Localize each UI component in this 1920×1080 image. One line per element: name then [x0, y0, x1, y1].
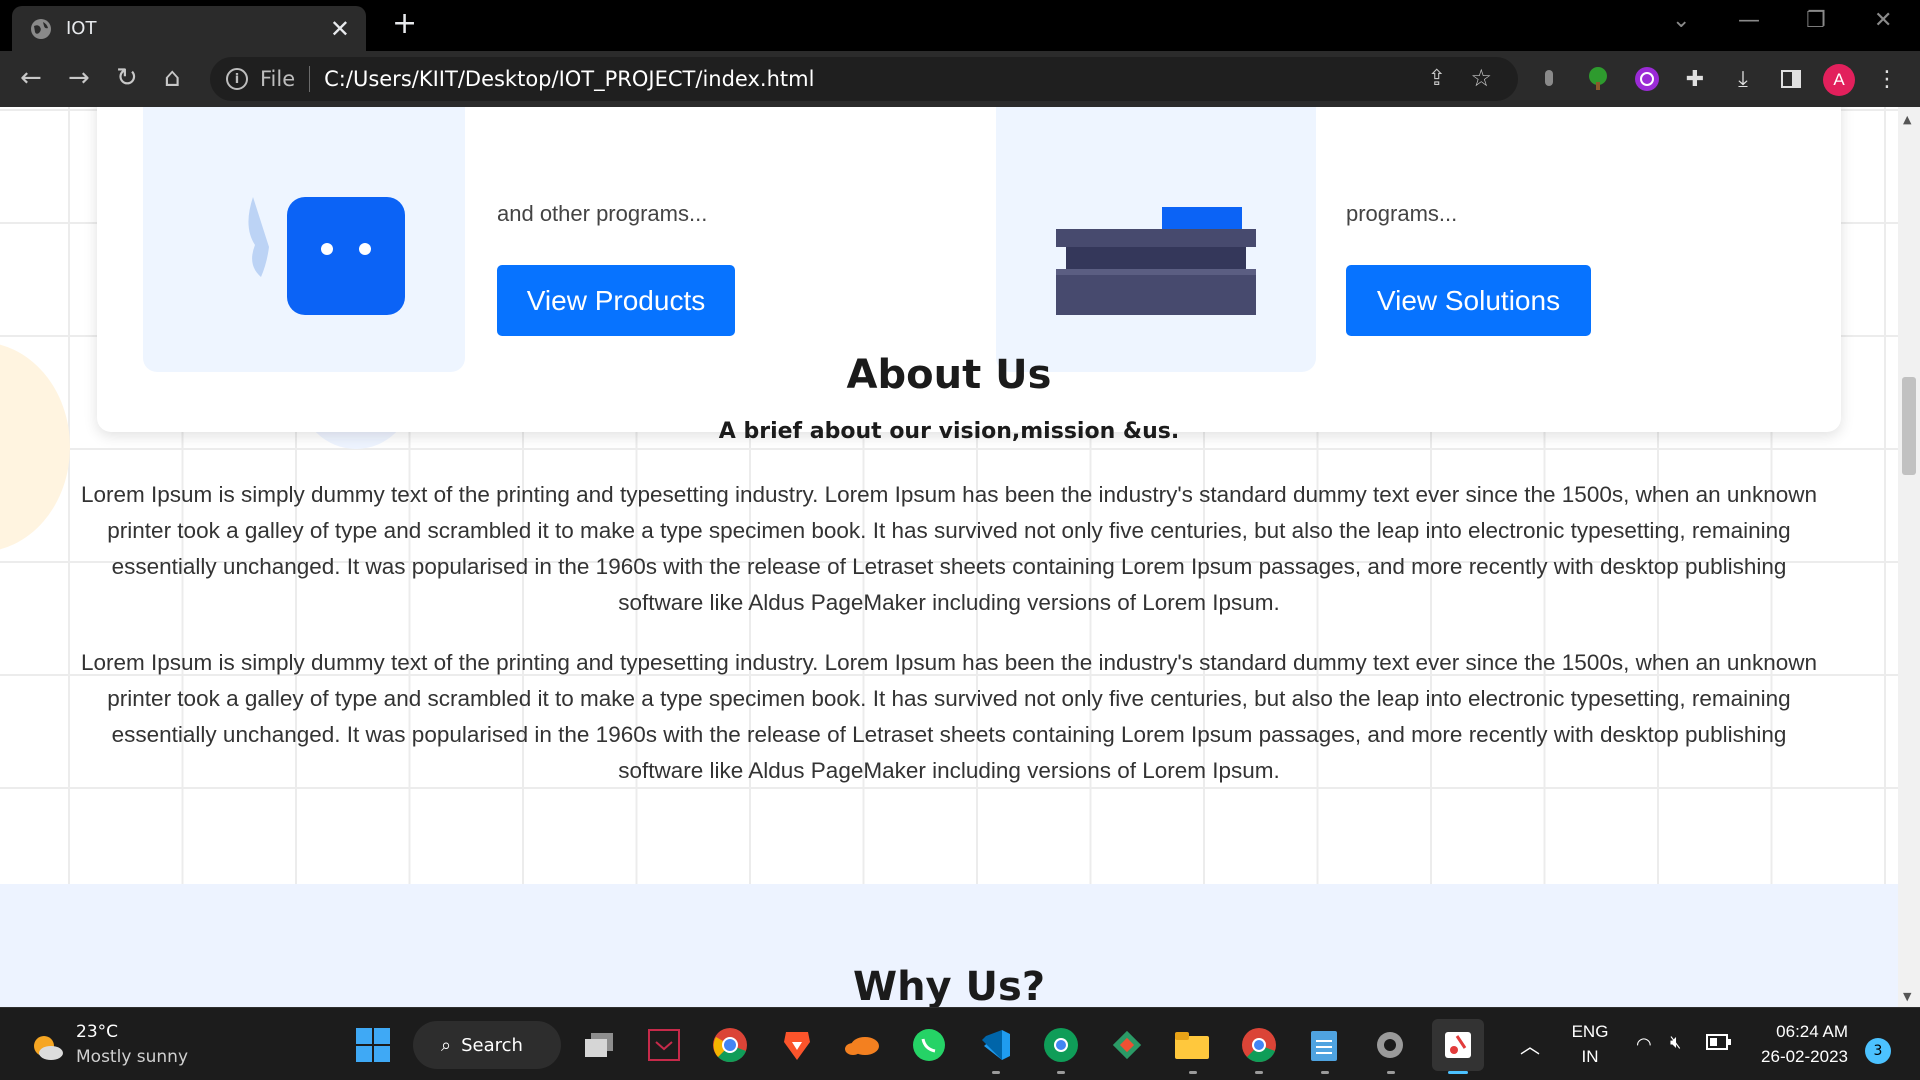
omnibox-divider [309, 66, 311, 92]
solutions-illustration [996, 107, 1316, 372]
browser-toolbar: ← → ↻ ⌂ i File C:/Users/KIIT/Desktop/IOT… [0, 51, 1920, 107]
chrome-running-indicator [1057, 1071, 1065, 1074]
why-section: Why Us? [0, 884, 1898, 1007]
battery-icon[interactable] [1706, 1034, 1732, 1055]
notepad-running-indicator [1321, 1071, 1329, 1074]
info-icon[interactable]: i [226, 68, 248, 90]
side-panel-icon[interactable] [1777, 65, 1805, 93]
settings-running-indicator [1387, 1071, 1395, 1074]
chrome-profile-icon[interactable] [1042, 1026, 1080, 1064]
tab-search-icon[interactable]: ⌄ [1672, 8, 1690, 33]
products-program-text: and other programs... [497, 201, 708, 226]
browser-tab-strip: IOT ✕ + ⌄ — ❐ ✕ [0, 0, 1920, 51]
view-solutions-button[interactable]: View Solutions [1346, 265, 1591, 336]
bookmark-star-icon[interactable]: ☆ [1470, 64, 1492, 92]
about-paragraph-2: Lorem Ipsum is simply dummy text of the … [80, 650, 1817, 783]
weather-description[interactable]: Mostly sunny [76, 1047, 188, 1067]
new-tab-button[interactable]: + [392, 9, 417, 39]
whatsapp-icon[interactable] [910, 1026, 948, 1064]
chrome-alt-running-indicator [1255, 1071, 1263, 1074]
settings-gear-icon[interactable] [1371, 1026, 1409, 1064]
git-icon[interactable] [1108, 1026, 1146, 1064]
vscode-running-indicator [992, 1071, 1000, 1074]
address-bar[interactable]: i File C:/Users/KIIT/Desktop/IOT_PROJECT… [210, 57, 1518, 101]
why-title: Why Us? [852, 964, 1046, 1007]
show-hidden-icons-chevron-icon[interactable]: ︿ [1520, 1030, 1540, 1059]
scroll-up-arrow-icon[interactable]: ▲ [1903, 113, 1911, 126]
region-label[interactable]: IN [1570, 1047, 1610, 1067]
start-windows-icon[interactable] [354, 1026, 392, 1064]
share-icon[interactable]: ⇪ [1428, 66, 1446, 91]
solutions-program-text: programs... [1346, 201, 1458, 226]
minimize-icon[interactable]: — [1738, 8, 1760, 33]
home-icon[interactable]: ⌂ [164, 63, 181, 93]
window-close-icon[interactable]: ✕ [1874, 8, 1892, 33]
extension-tree-icon[interactable] [1584, 65, 1612, 93]
server-stack-illustration [1056, 207, 1256, 315]
scrollbar-thumb[interactable] [1902, 377, 1916, 475]
close-tab-icon[interactable]: ✕ [330, 17, 350, 41]
explorer-running-indicator [1189, 1071, 1197, 1074]
clock-time[interactable]: 06:24 AM [1752, 1022, 1848, 1042]
vscode-icon[interactable] [976, 1026, 1014, 1064]
about-title: About Us [846, 352, 1052, 398]
language-label[interactable]: ENG [1570, 1022, 1610, 1042]
file-explorer-icon[interactable] [1173, 1026, 1211, 1064]
forward-icon[interactable]: → [68, 63, 90, 93]
extension-bulb-icon[interactable] [1535, 65, 1563, 93]
profile-avatar[interactable]: A [1823, 64, 1855, 96]
restore-icon[interactable]: ❐ [1806, 8, 1826, 33]
page-scrollbar[interactable]: ▲ ▼ [1898, 107, 1920, 1007]
snipping-active-indicator [1448, 1071, 1468, 1074]
search-label: Search [461, 1034, 523, 1056]
chrome-alt-icon[interactable] [1240, 1026, 1278, 1064]
url-text[interactable]: C:/Users/KIIT/Desktop/IOT_PROJECT/index.… [324, 67, 814, 91]
about-subtitle: A brief about our vision,mission &us. [718, 419, 1180, 444]
browser-tab[interactable]: IOT ✕ [12, 6, 366, 51]
windows-taskbar: 23°C Mostly sunny ⌕ Search ︿ ENG IN ◠ 🔇︎… [0, 1007, 1920, 1080]
back-icon[interactable]: ← [20, 63, 42, 93]
chrome-icon[interactable] [711, 1026, 749, 1064]
reload-icon[interactable]: ↻ [116, 63, 138, 93]
menu-kebab-icon[interactable]: ⋮ [1873, 65, 1901, 93]
extension-purple-icon[interactable] [1633, 65, 1661, 93]
wifi-icon[interactable]: ◠ [1636, 1034, 1652, 1055]
about-paragraph-1: Lorem Ipsum is simply dummy text of the … [80, 482, 1817, 615]
weather-sun-icon[interactable] [30, 1032, 64, 1062]
globe-icon [31, 18, 51, 39]
scroll-down-arrow-icon[interactable]: ▼ [1903, 990, 1911, 1003]
task-view-icon[interactable] [580, 1026, 618, 1064]
taskbar-search-box[interactable]: ⌕ Search [413, 1021, 561, 1069]
weather-temperature[interactable]: 23°C [76, 1022, 118, 1042]
robot-illustration [248, 197, 405, 315]
snipping-tool-icon[interactable] [1432, 1019, 1484, 1071]
app-inbox-icon[interactable] [645, 1026, 683, 1064]
volume-muted-icon[interactable]: 🔇︎ [1670, 1032, 1681, 1053]
cloudflare-icon[interactable] [843, 1026, 881, 1064]
scheme-label: File [260, 67, 296, 91]
products-illustration [143, 107, 465, 372]
search-icon: ⌕ [441, 1034, 452, 1056]
view-products-button[interactable]: View Products [497, 265, 735, 336]
notepad-icon[interactable] [1305, 1026, 1343, 1064]
download-icon[interactable]: ⤓ [1729, 65, 1757, 93]
page-viewport: and other programs... View Products prog… [0, 107, 1898, 1007]
notification-badge[interactable]: 3 [1865, 1038, 1891, 1064]
extensions-puzzle-icon[interactable]: ✚ [1681, 65, 1709, 93]
clock-date[interactable]: 26-02-2023 [1752, 1047, 1848, 1067]
tab-title: IOT [66, 18, 97, 39]
brave-icon[interactable] [778, 1026, 816, 1064]
